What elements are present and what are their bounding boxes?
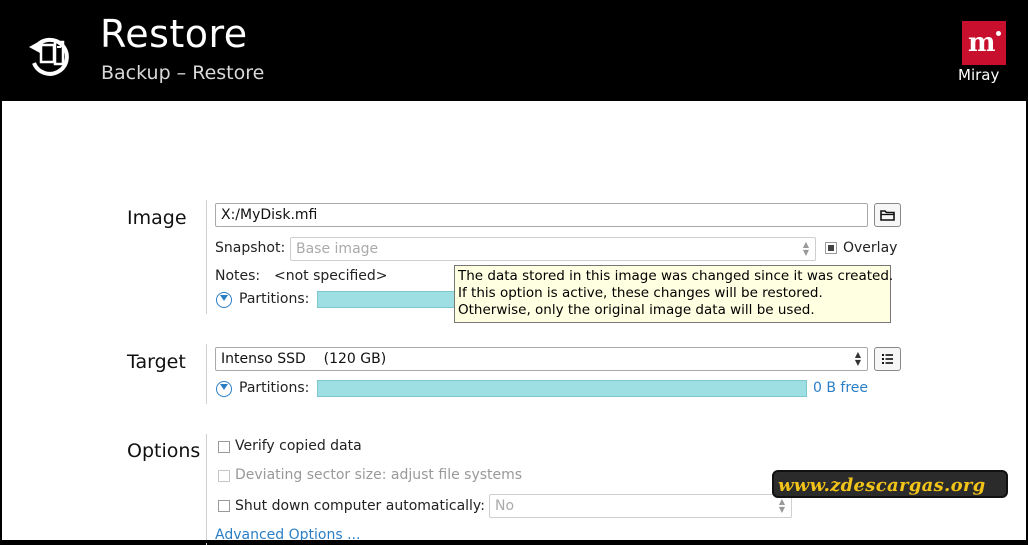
target-drive-select[interactable]: Intenso SSD (120 GB) ▲ ▼: [215, 347, 868, 371]
overlay-tooltip: The data stored in this image was change…: [454, 265, 894, 323]
list-icon: [882, 354, 893, 364]
drive-list-button[interactable]: [874, 347, 901, 371]
notes-label: Notes:: [215, 268, 261, 284]
snapshot-select-value: Base image: [296, 241, 379, 257]
snapshot-label: Snapshot:: [215, 240, 286, 256]
browse-button[interactable]: [874, 203, 901, 227]
deviating-sector-checkbox[interactable]: [218, 470, 230, 482]
select-arrows-icon: ▲ ▼: [854, 350, 862, 367]
image-partitions-label: Partitions:: [239, 291, 310, 307]
options-section-label: Options: [127, 440, 201, 462]
select-arrows-icon: ▲ ▼: [778, 497, 786, 514]
bottom-border: [0, 540, 1028, 543]
logo-text: Miray: [958, 66, 1000, 84]
tooltip-line: If this option is active, these changes …: [458, 285, 823, 301]
target-section-label: Target: [127, 351, 186, 373]
page-title: Restore: [100, 12, 248, 56]
snapshot-select[interactable]: Base image ▲ ▼: [290, 237, 816, 261]
watermark-text: www.zdescargas.org: [778, 475, 986, 496]
expand-partitions-icon[interactable]: [216, 292, 232, 308]
image-partition-bar: [317, 291, 457, 308]
watermark-badge: www.zdescargas.org: [772, 470, 1008, 498]
expand-partitions-icon[interactable]: [216, 381, 232, 397]
select-arrows-icon: ▲ ▼: [802, 240, 810, 257]
options-section-divider: [206, 434, 207, 545]
miray-logo: m: [962, 21, 1006, 65]
image-section-label: Image: [127, 207, 187, 229]
breadcrumb: Backup – Restore: [101, 62, 265, 84]
target-section-divider: [206, 344, 207, 404]
image-section-divider: [206, 200, 207, 314]
shutdown-label: Shut down computer automatically:: [235, 498, 485, 514]
logo-letter: m: [968, 28, 996, 58]
shutdown-select-value: No: [495, 498, 515, 514]
overlay-label: Overlay: [843, 240, 898, 256]
backup-restore-icon: [29, 37, 69, 76]
notes-value: <not specified>: [274, 268, 388, 284]
tooltip-line: Otherwise, only the original image data …: [458, 302, 815, 318]
folder-icon: [880, 210, 895, 221]
logo-dot: [996, 31, 1001, 36]
free-space-text: 0 B free: [813, 380, 869, 396]
target-partitions-label: Partitions:: [239, 380, 310, 396]
overlay-checkbox[interactable]: [825, 242, 837, 254]
verify-label: Verify copied data: [235, 438, 362, 454]
target-partition-bar: [317, 380, 807, 397]
tooltip-line: The data stored in this image was change…: [458, 268, 894, 284]
shutdown-select[interactable]: No ▲ ▼: [489, 494, 792, 518]
shutdown-checkbox[interactable]: [218, 500, 230, 512]
target-drive-value: Intenso SSD (120 GB): [221, 351, 387, 367]
image-path-input[interactable]: X:/MyDisk.mfi: [215, 203, 868, 227]
verify-checkbox[interactable]: [218, 441, 230, 453]
header-bar: Restore Backup – Restore m Miray: [0, 0, 1028, 101]
deviating-sector-label: Deviating sector size: adjust file syste…: [235, 467, 523, 483]
